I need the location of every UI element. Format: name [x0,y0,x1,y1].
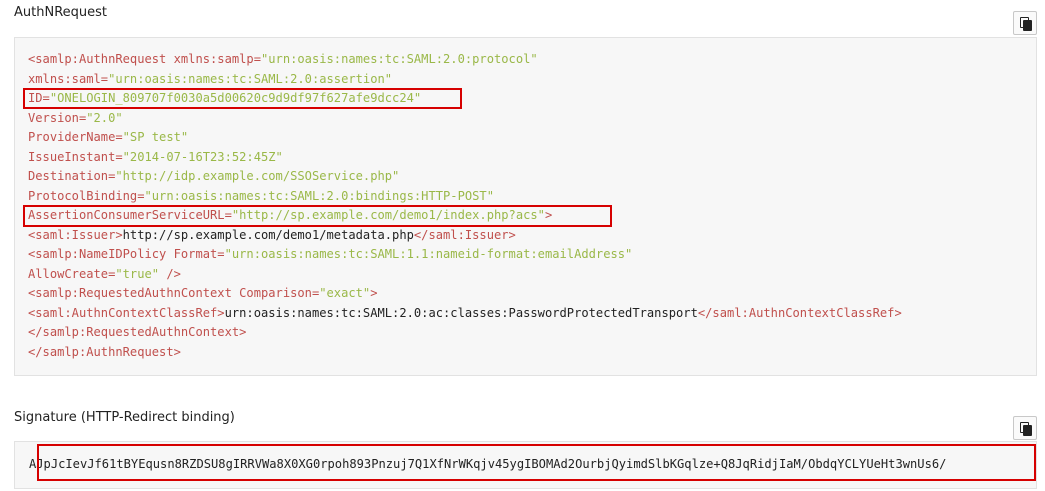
copy-icon [1020,422,1032,436]
id-highlight [23,88,462,109]
code-token: </samlp:AuthnRequest> [28,344,181,359]
code-token: </saml:Issuer> [413,227,516,242]
code-token: "urn:oasis:names:tc:SAML:2.0:assertion" [108,71,393,86]
code-token: <saml:Issuer> [28,227,123,242]
code-token: /> [159,266,181,281]
code-line: Destination="http://idp.example.com/SSOS… [28,167,902,187]
copy-signature-button[interactable] [1013,416,1037,440]
code-token: </samlp:RequestedAuthnContext> [28,325,247,339]
copy-icon [1020,17,1032,31]
code-line: <saml:Issuer>http://sp.example.com/demo1… [28,226,902,246]
code-line: <saml:AuthnContextClassRef>urn:oasis:nam… [28,304,902,324]
code-token: "true" [115,266,160,281]
signature-title: Signature (HTTP-Redirect binding) [14,410,235,425]
code-token: IssueInstant= [28,149,123,164]
code-line: IssueInstant="2014-07-16T23:52:45Z" [28,148,902,168]
code-line: Version="2.0" [28,109,902,129]
code-line: </samlp:RequestedAuthnContext> [28,323,902,343]
code-token: "urn:oasis:names:tc:SAML:2.0:bindings:HT… [144,188,495,203]
code-token: "http://idp.example.com/SSOService.php" [115,169,400,183]
authn-request-title: AuthNRequest [14,5,107,20]
code-line: <samlp:RequestedAuthnContext Comparison=… [28,284,902,304]
code-token: "urn:oasis:names:tc:SAML:1.1:nameid-form… [224,247,633,261]
code-token: "2.0" [86,110,123,125]
code-token: "2014-07-16T23:52:45Z" [122,149,283,164]
code-token: <saml:AuthnContextClassRef> [28,305,225,320]
code-line: AllowCreate="true" /> [28,265,902,285]
code-line: ProviderName="SP test" [28,128,902,148]
code-token: "exact" [319,286,371,300]
code-token: Version= [28,110,87,125]
code-token: ProtocolBinding= [28,188,145,203]
code-token: "SP test" [122,130,189,144]
code-line: <samlp:NameIDPolicy Format="urn:oasis:na… [28,245,902,265]
code-token: <samlp:RequestedAuthnContext Comparison= [28,286,320,300]
code-token: <samlp:AuthnRequest xmlns:samlp= [28,52,261,66]
code-token: http://sp.example.com/demo1/metadata.php [122,227,414,242]
code-line: <samlp:AuthnRequest xmlns:samlp="urn:oas… [28,50,902,70]
code-line: xmlns:saml="urn:oasis:names:tc:SAML:2.0:… [28,70,902,90]
code-token: AllowCreate= [28,266,116,281]
code-token: "urn:oasis:names:tc:SAML:2.0:protocol" [261,52,538,66]
code-token: xmlns:saml= [28,71,109,86]
code-token: </saml:AuthnContextClassRef> [697,305,902,320]
copy-authn-button[interactable] [1013,11,1037,35]
signature-highlight [37,444,1036,481]
code-token: > [370,286,378,300]
code-token: urn:oasis:names:tc:SAML:2.0:ac:classes:P… [224,305,698,320]
code-token: ProviderName= [28,130,123,144]
code-line: </samlp:AuthnRequest> [28,343,902,363]
code-token: Destination= [28,169,116,183]
code-line: ProtocolBinding="urn:oasis:names:tc:SAML… [28,187,902,207]
acs-url-highlight [23,205,612,227]
code-token: <samlp:NameIDPolicy Format= [28,247,225,261]
